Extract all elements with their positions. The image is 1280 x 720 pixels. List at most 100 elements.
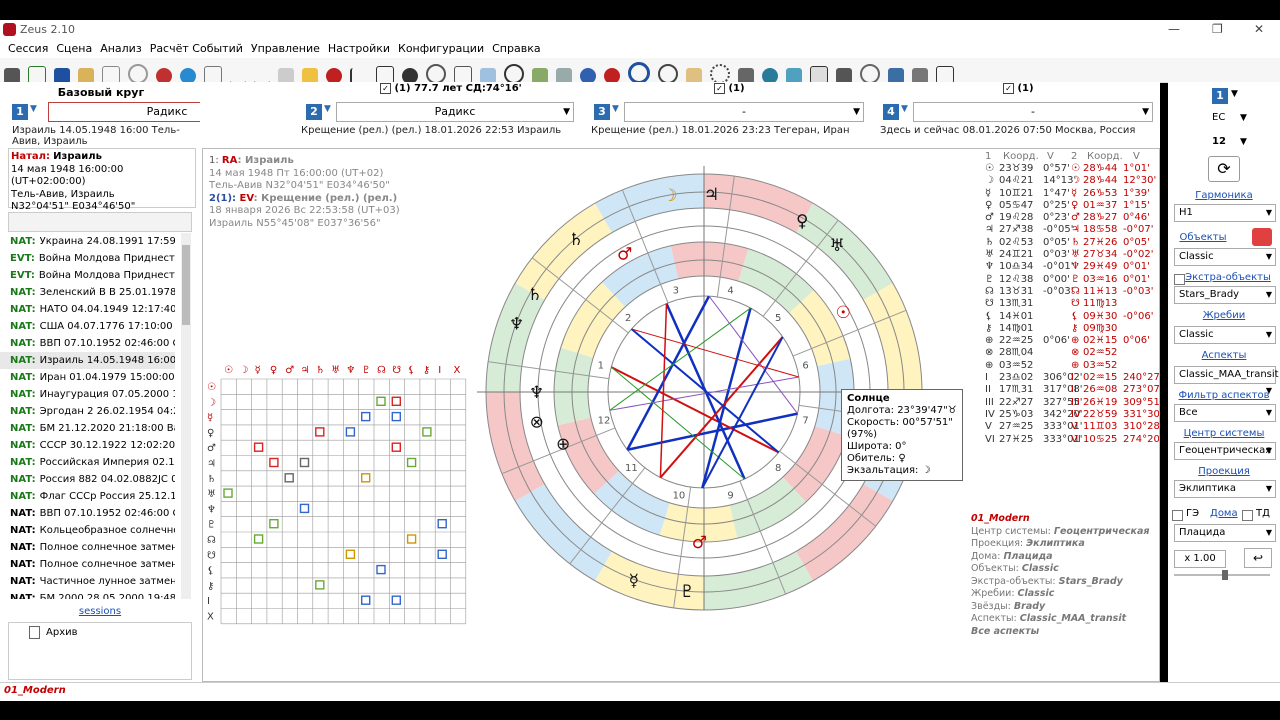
aspect-cell-mark[interactable] (253, 442, 264, 452)
event-list-item[interactable]: NAT:Полное солнечное затмение 1... (0, 556, 175, 573)
aspect-cell-mark[interactable] (391, 595, 402, 605)
planet-glyph[interactable]: ♃ (704, 185, 719, 205)
event-list-item[interactable]: NAT:БМ 21.12.2020 21:18:00 Вашин... (0, 420, 175, 437)
aspect-cell-mark[interactable] (223, 488, 233, 498)
system-center-combo[interactable]: Геоцентрическая ▼ (1174, 442, 1276, 460)
slot4-combo[interactable]: - ▼ (913, 102, 1153, 122)
event-list-scrollbar[interactable] (181, 233, 191, 599)
archive-item[interactable]: Архив (46, 627, 78, 638)
slot2-dropdown-icon[interactable]: ▼ (324, 104, 331, 114)
aspect-cell-mark[interactable] (376, 396, 386, 406)
harmonic-combo[interactable]: H1 ▼ (1174, 204, 1276, 222)
zodiac-sector[interactable] (486, 392, 545, 501)
planet-row[interactable]: ♂ 19♌28 0°23' ♂ 28♑27 0°46' (983, 212, 1155, 224)
refresh-button[interactable]: ⟳ (1208, 156, 1240, 182)
scrollbar-thumb[interactable] (182, 245, 190, 325)
spiral-icon[interactable] (426, 64, 446, 84)
planet-glyph[interactable]: ♆ (509, 315, 524, 335)
system-center-link[interactable]: Центр системы (1168, 428, 1280, 439)
event-list-item[interactable]: NAT:БМ 2000 28.05.2000 19:48:35 ... (0, 590, 175, 599)
circle-icon[interactable] (128, 64, 148, 84)
planet-glyph[interactable]: ♀ (796, 212, 808, 232)
undo-button[interactable]: ↩ (1244, 548, 1272, 568)
projection-combo[interactable]: Эклиптика ▼ (1174, 480, 1276, 498)
houses-combo[interactable]: Плацида ▼ (1174, 524, 1276, 542)
planet-row[interactable]: ♆ 10♎34 -0°01' ♆ 29♓49 0°01' (983, 261, 1155, 273)
planet-row[interactable]: I 23♎02 306°02' I 02♒15 240°27' (983, 372, 1159, 384)
harmonic-link[interactable]: Гармоника (1168, 190, 1280, 201)
event-list-item[interactable]: NAT:Кольцеобразное солнечное за... (0, 522, 175, 539)
event-list-item[interactable]: NAT:США 04.07.1776 17:10:00 Фил... (0, 318, 175, 335)
objects-combo[interactable]: Classic ▼ (1174, 248, 1276, 266)
aspect-filter-combo[interactable]: Все ▼ (1174, 404, 1276, 422)
zodiac-sector[interactable] (515, 484, 612, 581)
event-list-item[interactable]: NAT:Частичное лунное затмение 28... (0, 573, 175, 590)
planet-row[interactable]: VI 27♓25 333°01' VI 10♋25 274°20' (983, 434, 1159, 446)
event-list-item[interactable]: EVT:Война Молдова Приднестровь... (0, 267, 175, 284)
planet-row[interactable]: ⚷ 14♍01 ⚷ 09♍30 (983, 323, 1155, 335)
planet-row[interactable]: ⚸ 14♓01 ⚸ 09♓30 -0°06' (983, 311, 1155, 323)
planet-row[interactable]: ⊕ 22♒25 0°06' ⊕ 02♓15 0°06' (983, 335, 1155, 347)
aspect-cell-mark[interactable] (315, 580, 325, 590)
aspect-cell-mark[interactable] (391, 411, 402, 422)
planet-glyph[interactable]: ☉ (836, 303, 851, 323)
clock-icon[interactable] (504, 64, 524, 84)
menu-configs[interactable]: Конфигурации (394, 40, 488, 57)
planet-glyph[interactable]: ♂ (617, 244, 632, 264)
aspect-cell-mark[interactable] (422, 427, 432, 437)
planet-row[interactable]: ☉ 23♉39 0°57' ☉ 28♑44 1°01' (983, 163, 1155, 175)
aspect-cell-mark[interactable] (315, 427, 325, 437)
slot3-number[interactable]: 3 (594, 104, 610, 120)
slot1-check[interactable]: ✓ (1) 77.7 лет СД:74°16' (380, 83, 522, 94)
aspect-cell-mark[interactable] (345, 427, 356, 437)
aspect-cell-mark[interactable] (360, 411, 371, 422)
planet-row[interactable]: IV 25♑03 342°20' IV 22♉59 331°30' (983, 409, 1159, 421)
slot3-dropdown-icon[interactable]: ▼ (612, 104, 619, 114)
slot1-number[interactable]: 1 (12, 104, 28, 120)
event-list-item[interactable]: NAT:ВВП 07.10.1952 02:46:00 Санк... (0, 335, 175, 352)
planet-glyph[interactable]: ♇ (680, 582, 695, 602)
slot3-check[interactable]: ✓ (1) (714, 83, 745, 94)
aspect-cell-mark[interactable] (269, 457, 279, 468)
chart-canvas[interactable]: 1: RA: Израиль 14 мая 1948 Пт 16:00:00 (… (202, 148, 1160, 682)
td-checkbox[interactable] (1242, 510, 1253, 521)
event-list-item[interactable]: NAT:Флаг СССр Россия 25.12.1991 ... (0, 488, 175, 505)
aspect-cell-mark[interactable] (406, 457, 417, 468)
aspect-cell-mark[interactable] (299, 457, 310, 468)
zodiac-sector[interactable] (595, 174, 704, 233)
menu-help[interactable]: Справка (488, 40, 544, 57)
planet-row[interactable]: III 22♐27 327°55' III 26♓19 309°51' (983, 397, 1159, 409)
extra-objects-combo[interactable]: Stars_Brady ▼ (1174, 286, 1276, 304)
ec-selector[interactable]: EC (1212, 112, 1225, 123)
planet-row[interactable]: II 17♏31 317°08' II 26♒08 273°07' (983, 384, 1159, 396)
menu-session[interactable]: Сессия (4, 40, 52, 57)
aspect-cell-mark[interactable] (253, 534, 264, 544)
divisions-selector[interactable]: 12 (1212, 136, 1226, 147)
event-list-item[interactable]: NAT:Эргодан 2 26.02.1954 04:25:10... (0, 403, 175, 420)
zoom-slider-handle[interactable] (1222, 570, 1228, 580)
aspect-cell-mark[interactable] (437, 549, 447, 560)
aspect-grid[interactable]: ☉☉☽☽☿☿♀♀♂♂♃♃♄♄♅♅♆♆♇♇☊☊☋☋⚸⚸⚷⚷IIXX (203, 359, 479, 677)
slot4-dropdown-icon[interactable]: ▼ (901, 104, 908, 114)
planet-row[interactable]: V 27♒25 333°01' V 11♊03 310°28' (983, 421, 1159, 433)
planet-row[interactable]: ☋ 13♏31 ☋ 11♍13 (983, 298, 1155, 310)
minimize-icon[interactable]: — (1168, 22, 1180, 36)
aspects-link[interactable]: Аспекты (1168, 350, 1280, 361)
aspect-cell-mark[interactable] (391, 396, 402, 406)
event-list-item[interactable]: NAT:НАТО 04.04.1949 12:17:40 Ваш... (0, 301, 175, 318)
slot1-dropdown-icon[interactable]: ▼ (30, 104, 37, 114)
restore-icon[interactable]: ❐ (1212, 22, 1223, 36)
event-list-item[interactable]: NAT:Российская Империя 02.11.172... (0, 454, 175, 471)
close-icon[interactable]: ✕ (1254, 22, 1264, 36)
dotted-circle-icon[interactable] (710, 64, 730, 84)
lots-link[interactable]: Жребии (1168, 310, 1280, 321)
aspect-line[interactable] (659, 336, 784, 479)
event-list-item[interactable]: NAT:Израиль 14.05.1948 16:00:00 Т... (0, 352, 175, 369)
aspect-filter-link[interactable]: Фильтр аспектов (1168, 390, 1280, 401)
extra-objects-link[interactable]: Экстра-объекты (1178, 272, 1278, 283)
planet-row[interactable]: ☽ 04♌21 14°13' ☽ 28♑44 12°30' (983, 175, 1156, 187)
aspect-cell-mark[interactable] (345, 549, 356, 560)
planet-row[interactable]: ⊗ 28♏04 ⊗ 02♒52 (983, 347, 1155, 359)
zodiac-sector[interactable] (704, 551, 813, 610)
event-list-item[interactable]: NAT:Иран 01.04.1979 15:00:00 Теге... (0, 369, 175, 386)
